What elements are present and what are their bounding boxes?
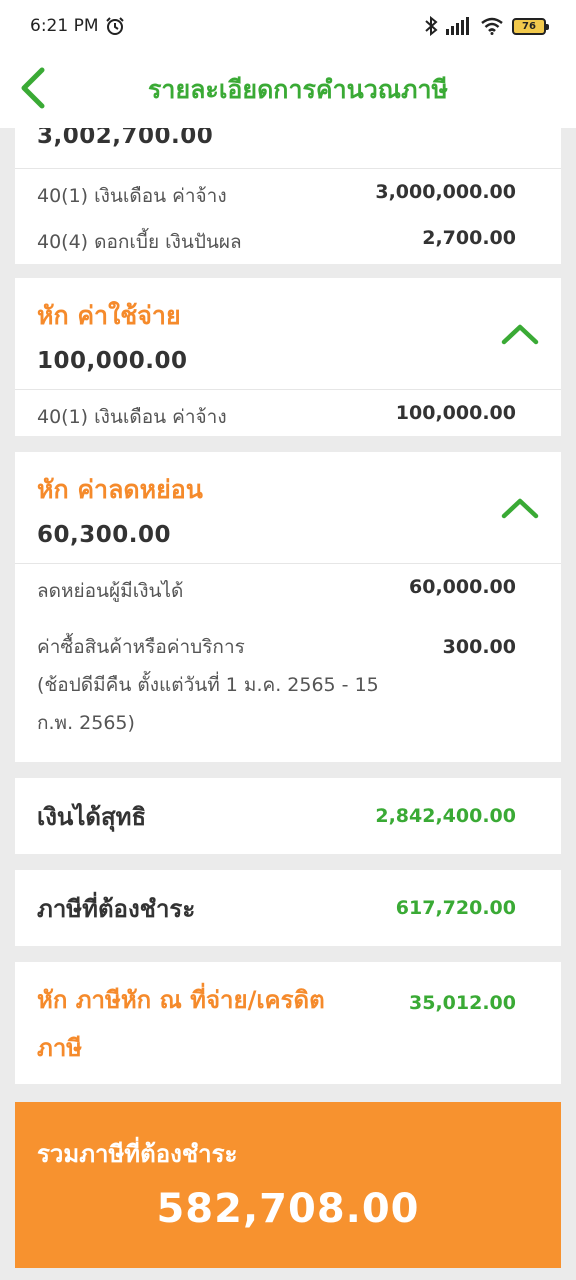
allowance-header[interactable]: หัก ค่าลดหย่อน 60,300.00 — [15, 452, 561, 563]
income-item-amount: 3,000,000.00 — [375, 181, 516, 203]
tax-due-label: ภาษีที่ต้องชำระ — [37, 894, 196, 923]
tax-due-card: ภาษีที่ต้องชำระ 617,720.00 — [15, 870, 561, 946]
bluetooth-icon — [425, 16, 438, 36]
allowance-item-label-detail: ก.พ. 2565) — [37, 712, 135, 734]
signal-icon — [446, 17, 469, 35]
alarm-icon — [105, 17, 124, 35]
withholding-label-line: ภาษี — [37, 1034, 83, 1062]
income-item: 40(1) เงินเดือน ค่าจ้าง 3,000,000.00 — [15, 181, 561, 227]
net-income-card: เงินได้สุทธิ 2,842,400.00 — [15, 778, 561, 854]
expense-total: 100,000.00 — [37, 348, 188, 374]
total-tax-amount: 582,708.00 — [156, 1186, 420, 1232]
battery-level: 76 — [522, 20, 536, 32]
divider — [15, 389, 561, 390]
divider — [15, 563, 561, 564]
chevron-up-icon[interactable] — [501, 496, 539, 520]
withholding-card: หัก ภาษีหัก ณ ที่จ่าย/เครดิต ภาษี 35,012… — [15, 962, 561, 1084]
income-item-label: 40(4) ดอกเบี้ย เงินปันผล — [37, 231, 242, 253]
withholding-amount: 35,012.00 — [409, 992, 516, 1014]
income-item: 40(4) ดอกเบี้ย เงินปันผล 2,700.00 — [15, 227, 561, 257]
net-income-amount: 2,842,400.00 — [375, 805, 516, 827]
tax-due-amount: 617,720.00 — [395, 897, 516, 919]
page-title: รายละเอียดการคำนวณภาษี — [148, 75, 448, 104]
allowance-item: ลดหย่อนผู้มีเงินได้ 60,000.00 — [15, 576, 561, 628]
allowance-item-label-detail: (ช้อปดีมีคืน ตั้งแต่วันที่ 1 ม.ค. 2565 -… — [37, 674, 379, 696]
app-header: รายละเอียดการคำนวณภาษี — [0, 52, 576, 128]
allowance-card: หัก ค่าลดหย่อน 60,300.00 ลดหย่อนผู้มีเงิ… — [15, 452, 561, 762]
net-income-label: เงินได้สุทธิ — [37, 802, 147, 831]
allowance-title: หัก ค่าลดหย่อน — [37, 475, 203, 504]
expense-item-amount: 100,000.00 — [395, 402, 516, 424]
allowance-item-amount: 60,000.00 — [409, 576, 516, 598]
total-tax-label: รวมภาษีที่ต้องชำระ — [37, 1140, 238, 1168]
expense-title: หัก ค่าใช้จ่าย — [37, 301, 181, 330]
back-arrow-icon[interactable] — [18, 66, 48, 110]
income-card: 3,002,700.00 40(1) เงินเดือน ค่าจ้าง 3,0… — [15, 123, 561, 264]
status-time: 6:21 PM — [30, 16, 99, 36]
tax-detail-content: 3,002,700.00 40(1) เงินเดือน ค่าจ้าง 3,0… — [15, 123, 561, 1084]
expense-card: หัก ค่าใช้จ่าย 100,000.00 40(1) เงินเดือ… — [15, 278, 561, 436]
income-item-amount: 2,700.00 — [422, 227, 516, 249]
allowance-item: ค่าซื้อสินค้าหรือค่าบริการ (ช้อปดีมีคืน … — [15, 628, 561, 742]
wifi-icon — [481, 17, 503, 35]
total-tax-panel: รวมภาษีที่ต้องชำระ 582,708.00 — [15, 1102, 561, 1268]
status-bar: 6:21 PM 76 — [0, 0, 576, 52]
expense-header[interactable]: หัก ค่าใช้จ่าย 100,000.00 — [15, 278, 561, 389]
expense-item: 40(1) เงินเดือน ค่าจ้าง 100,000.00 — [15, 402, 561, 432]
withholding-label: หัก ภาษีหัก ณ ที่จ่าย/เครดิต ภาษี — [37, 976, 325, 1084]
withholding-label-line: หัก ภาษีหัก ณ ที่จ่าย/เครดิต — [37, 986, 325, 1014]
expense-item-label: 40(1) เงินเดือน ค่าจ้าง — [37, 406, 227, 428]
allowance-item-label: ลดหย่อนผู้มีเงินได้ — [37, 580, 184, 602]
income-item-label: 40(1) เงินเดือน ค่าจ้าง — [37, 185, 227, 207]
allowance-item-amount: 300.00 — [442, 636, 516, 658]
battery-icon: 76 — [512, 17, 549, 35]
chevron-up-icon[interactable] — [501, 322, 539, 346]
allowance-item-label: ค่าซื้อสินค้าหรือค่าบริการ — [37, 636, 245, 658]
divider — [15, 168, 561, 169]
allowance-total: 60,300.00 — [37, 522, 171, 548]
